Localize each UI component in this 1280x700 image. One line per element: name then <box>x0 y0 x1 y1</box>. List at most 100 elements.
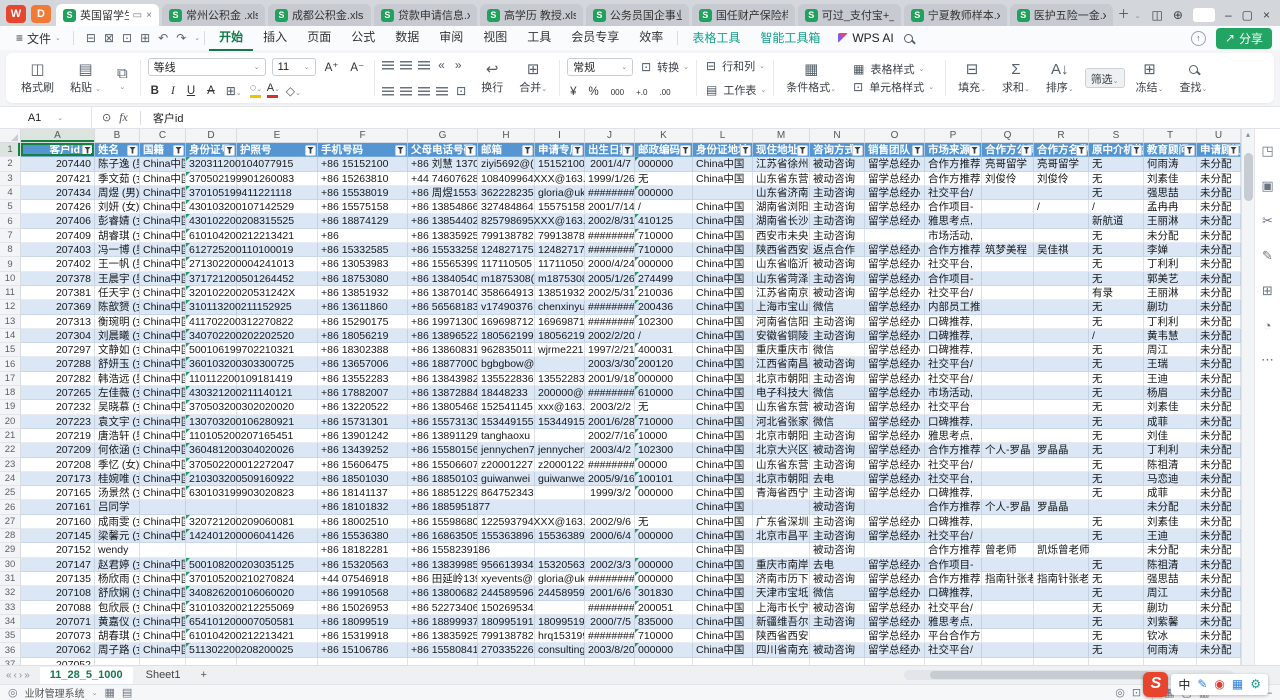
row-number[interactable]: 29 <box>0 543 21 557</box>
cell[interactable] <box>1034 458 1089 472</box>
cell[interactable]: China中国 <box>693 558 753 572</box>
cell[interactable]: 留学总经办 <box>865 386 925 400</box>
file-tab[interactable]: S高学历 教授.xlsx <box>480 4 583 26</box>
cell[interactable]: 丁利利 <box>1144 257 1197 271</box>
file-tab[interactable]: S宁夏教师样本.xlsx <box>904 4 1007 26</box>
column-header-B[interactable]: B <box>95 129 140 142</box>
cell[interactable]: 留学总经办 <box>865 400 925 414</box>
cell[interactable]: 合作方公司 <box>982 143 1034 157</box>
cell[interactable]: ######### <box>585 386 635 400</box>
cell[interactable]: 刘素佳 <box>1144 400 1197 414</box>
cell[interactable]: 黄韦慧 <box>1144 329 1197 343</box>
magnifier-circle-icon[interactable]: ⊙ <box>102 111 111 124</box>
cell[interactable]: 王迪 <box>1144 529 1197 543</box>
cell[interactable]: 主动咨询 <box>810 214 865 228</box>
cell[interactable] <box>693 658 753 665</box>
column-header-G[interactable]: G <box>408 129 478 142</box>
cell[interactable]: 赵君婷 (女 <box>95 558 140 572</box>
cell[interactable]: 2001/7/14 <box>585 200 635 214</box>
file-tab[interactable]: S英国留学生▭× <box>56 4 159 26</box>
cell[interactable]: 未分配 <box>1197 272 1241 286</box>
filter-dropdown-icon[interactable] <box>395 145 406 156</box>
cell[interactable]: +86 1885122902 <box>408 486 478 500</box>
cell[interactable]: 舒妍玉 (女 <box>95 357 140 371</box>
cell[interactable]: 合作项目- <box>925 200 982 214</box>
cell[interactable]: 000000 <box>635 186 693 200</box>
cell[interactable] <box>982 529 1034 543</box>
cell[interactable]: 微信 <box>810 343 865 357</box>
cell[interactable]: 合作方推荐 <box>925 443 982 457</box>
cell[interactable]: 合作方推荐 <box>925 572 982 586</box>
restore-icon[interactable]: ▢ <box>1242 8 1253 22</box>
cell[interactable]: 雅思考点, <box>925 214 982 228</box>
cell[interactable] <box>237 529 318 543</box>
cell[interactable]: 邮箱 <box>478 143 535 157</box>
cell[interactable]: 207052 <box>21 658 95 665</box>
cell[interactable] <box>237 572 318 586</box>
column-header-I[interactable]: I <box>535 129 585 142</box>
cell[interactable]: China中国 <box>140 572 186 586</box>
save-icon[interactable]: ⊟ <box>86 31 96 45</box>
sheet-tab-Sheet1[interactable]: Sheet1 <box>136 667 191 684</box>
cell[interactable]: 207426 <box>21 200 95 214</box>
format-painter-button[interactable]: ◫ 格式刷 <box>16 62 59 95</box>
cell[interactable]: 117110505 <box>478 257 535 271</box>
cell[interactable]: 主动咨询 <box>810 200 865 214</box>
cell[interactable] <box>635 658 693 665</box>
tool-tab-智能工具箱[interactable]: 智能工具箱 <box>750 26 830 50</box>
cell[interactable]: 强思喆 <box>1144 572 1197 586</box>
cell[interactable]: 610104200212213421 <box>186 229 237 243</box>
cell[interactable]: 18448233 <box>478 386 535 400</box>
cell[interactable]: China中国 <box>140 386 186 400</box>
cell[interactable]: +86 1558239186 <box>408 543 478 557</box>
cell[interactable]: China中国 <box>140 172 186 186</box>
cell[interactable]: China中国 <box>693 172 753 186</box>
cell[interactable]: jennychen7 <box>478 443 535 457</box>
close-icon[interactable]: × <box>1263 8 1270 22</box>
cell[interactable] <box>810 658 865 665</box>
cell[interactable]: +86 1387014094 <box>408 286 478 300</box>
file-menu-button[interactable]: ≡ 文件 ⌄ <box>8 30 69 47</box>
cell[interactable]: China中国 <box>693 515 753 529</box>
cell[interactable]: 重庆市南岸 <box>753 558 810 572</box>
cell[interactable]: 王晨宇 (男 <box>95 272 140 286</box>
cell[interactable]: 825798695XXX@163. <box>478 214 535 228</box>
cell[interactable]: 10000 <box>635 429 693 443</box>
file-tab[interactable]: S国任财产保险样本.x <box>692 4 795 26</box>
cell[interactable]: 成菲 <box>1144 486 1197 500</box>
cell[interactable]: 无 <box>1089 429 1144 443</box>
cell[interactable] <box>982 629 1034 643</box>
cell[interactable]: China中国 <box>693 372 753 386</box>
cell[interactable]: 安徽省铜陵 <box>753 329 810 343</box>
cell[interactable]: 无 <box>1089 257 1144 271</box>
cell[interactable]: 110112200109181419 <box>186 372 237 386</box>
cell[interactable]: 207288 <box>21 357 95 371</box>
cell[interactable]: 207369 <box>21 300 95 314</box>
cell[interactable]: 山东省东营 <box>753 400 810 414</box>
cell[interactable] <box>982 400 1034 414</box>
cell[interactable]: 410125 <box>635 214 693 228</box>
list-icon[interactable]: ▤ <box>122 686 132 699</box>
cell[interactable]: 2003/8/20 <box>585 643 635 657</box>
cell[interactable] <box>318 658 408 665</box>
cell[interactable]: 黄嘉仪 (女 <box>95 615 140 629</box>
cell[interactable]: 未分配 <box>1197 214 1241 228</box>
row-number[interactable]: 10 <box>0 272 21 286</box>
sheet-tab-11_28_5_1000[interactable]: 11_28_5_1000 <box>40 667 133 684</box>
decrease-decimal-button[interactable]: .00 <box>656 88 673 97</box>
cell[interactable] <box>237 157 318 171</box>
cell[interactable]: 无 <box>1089 529 1144 543</box>
file-tab[interactable]: S常州公积金 .xlsx <box>162 4 265 26</box>
cell[interactable] <box>982 558 1034 572</box>
cell[interactable]: 153449155 <box>535 415 585 429</box>
cell[interactable]: 被动咨询 <box>810 257 865 271</box>
conditional-format-button[interactable]: ▦ 条件格式⌄ <box>781 62 841 95</box>
cell[interactable]: 无 <box>635 400 693 414</box>
cell[interactable]: 271302200004241013 <box>186 257 237 271</box>
cell[interactable]: China中国 <box>693 500 753 514</box>
cell[interactable]: 274499 <box>635 272 693 286</box>
cell[interactable]: 400031 <box>635 343 693 357</box>
cell[interactable]: 陕西省西安 <box>753 629 810 643</box>
underline-button[interactable]: U <box>184 85 198 97</box>
cell[interactable]: 2005/9/16 <box>585 472 635 486</box>
